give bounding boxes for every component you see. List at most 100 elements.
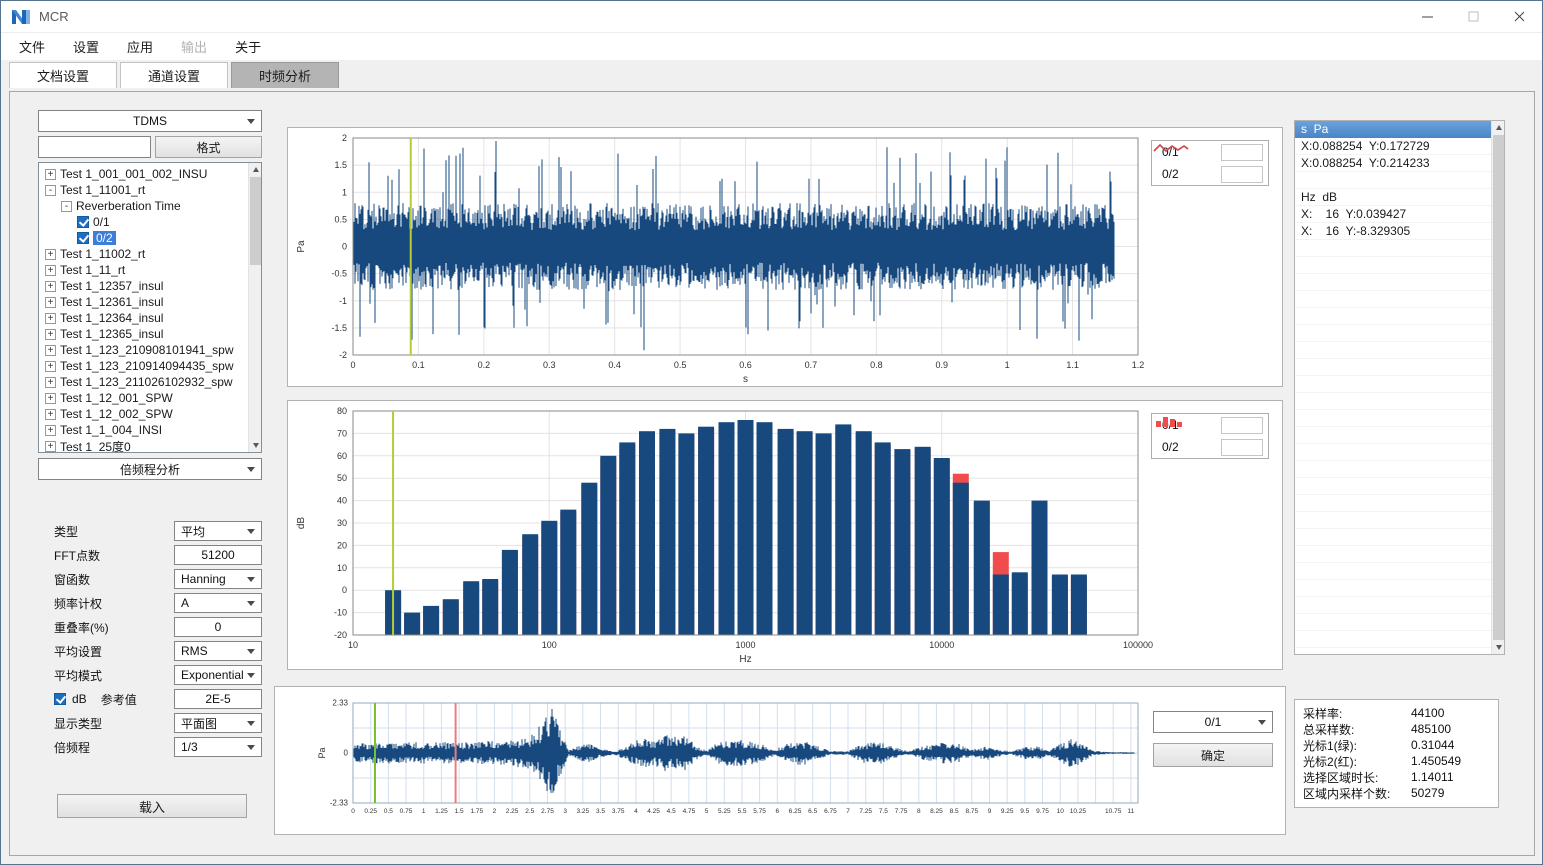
readout-row[interactable]: [1295, 359, 1504, 376]
readout-row[interactable]: [1295, 461, 1504, 478]
readout-row[interactable]: [1295, 614, 1504, 631]
menu-settings[interactable]: 设置: [59, 33, 113, 60]
tree-item[interactable]: 0/1: [39, 214, 261, 230]
readout-row[interactable]: [1295, 274, 1504, 291]
tree-item[interactable]: +Test 1_12_001_SPW: [39, 390, 261, 406]
expand-icon[interactable]: +: [45, 297, 56, 308]
collapse-icon[interactable]: -: [61, 201, 72, 212]
readout-row[interactable]: [1295, 410, 1504, 427]
readout-row[interactable]: [1295, 291, 1504, 308]
readout-row[interactable]: [1295, 427, 1504, 444]
format-button[interactable]: 格式: [155, 136, 262, 158]
maximize-button[interactable]: [1450, 1, 1496, 33]
menu-file[interactable]: 文件: [5, 33, 59, 60]
db-checkbox[interactable]: [54, 693, 66, 705]
expand-icon[interactable]: +: [45, 329, 56, 340]
readout-row[interactable]: [1295, 325, 1504, 342]
tree-item[interactable]: +Test 1_12365_insul: [39, 326, 261, 342]
scrollbar-thumb[interactable]: [250, 177, 261, 265]
fft-points-input[interactable]: [174, 545, 262, 565]
octave-spectrum-chart[interactable]: 1010010001000010000080706050403020100-10…: [287, 400, 1283, 670]
octave-select[interactable]: 1/3: [174, 737, 262, 757]
readout-row[interactable]: [1295, 444, 1504, 461]
tree-item[interactable]: +Test 1_1_004_INSI: [39, 422, 261, 438]
tab-time-frequency-analysis[interactable]: 时频分析: [231, 62, 339, 88]
expand-icon[interactable]: +: [45, 281, 56, 292]
menu-apply[interactable]: 应用: [113, 33, 167, 60]
time-waveform-plot[interactable]: 00.10.20.30.40.50.60.70.80.911.11.221.51…: [288, 128, 1284, 388]
frequency-weighting-select[interactable]: A: [174, 593, 262, 613]
window-function-select[interactable]: Hanning: [174, 569, 262, 589]
confirm-button[interactable]: 确定: [1153, 743, 1273, 767]
display-type-select[interactable]: 平面图: [174, 713, 262, 733]
readout-row[interactable]: [1295, 478, 1504, 495]
readout-row[interactable]: [1295, 580, 1504, 597]
channel-select[interactable]: 0/1: [1153, 711, 1273, 733]
legend2-item-0-2[interactable]: 0/2: [1152, 436, 1268, 458]
readout-row[interactable]: X: 16 Y:-8.329305: [1295, 223, 1504, 240]
file-format-select[interactable]: TDMS: [38, 110, 262, 132]
scroll-down-icon[interactable]: [249, 439, 262, 452]
tree-item[interactable]: +Test 1_12361_insul: [39, 294, 261, 310]
readout-row[interactable]: [1295, 257, 1504, 274]
tree-item[interactable]: +Test 1_25度0: [39, 438, 261, 453]
readout-row[interactable]: Hz dB: [1295, 189, 1504, 206]
tree-item[interactable]: +Test 1_11002_rt: [39, 246, 261, 262]
tab-channel-settings[interactable]: 通道设置: [120, 62, 228, 88]
scroll-down-icon[interactable]: [1492, 641, 1505, 654]
expand-icon[interactable]: +: [45, 393, 56, 404]
tree-item[interactable]: +Test 1_001_001_002_INSU: [39, 166, 261, 182]
tree-item[interactable]: -Reverberation Time: [39, 198, 261, 214]
legend1-item-0-2[interactable]: 0/2: [1152, 163, 1268, 185]
readout-row[interactable]: [1295, 529, 1504, 546]
channel-checkbox[interactable]: [77, 232, 89, 244]
readout-row[interactable]: [1295, 172, 1504, 189]
readout-row[interactable]: [1295, 240, 1504, 257]
tree-item[interactable]: 0/2: [39, 230, 261, 246]
tree-item[interactable]: +Test 1_123_211026102932_spw: [39, 374, 261, 390]
load-button[interactable]: 载入: [57, 794, 247, 818]
overlap-input[interactable]: [174, 617, 262, 637]
expand-icon[interactable]: +: [45, 409, 56, 420]
average-mode-select[interactable]: Exponential: [174, 665, 262, 685]
channel-checkbox[interactable]: [77, 216, 89, 228]
readout-row[interactable]: [1295, 495, 1504, 512]
readout-row[interactable]: [1295, 563, 1504, 580]
expand-icon[interactable]: +: [45, 377, 56, 388]
average-setting-select[interactable]: RMS: [174, 641, 262, 661]
expand-icon[interactable]: +: [45, 265, 56, 276]
readout-header[interactable]: s Pa: [1295, 121, 1504, 138]
tree-item[interactable]: +Test 1_12357_insul: [39, 278, 261, 294]
time-waveform-chart[interactable]: 00.10.20.30.40.50.60.70.80.911.11.221.51…: [287, 127, 1283, 387]
readout-row[interactable]: [1295, 546, 1504, 563]
tree-item[interactable]: +Test 1_11_rt: [39, 262, 261, 278]
readout-scrollbar[interactable]: [1491, 121, 1504, 654]
tree-item[interactable]: +Test 1_123_210908101941_spw: [39, 342, 261, 358]
type-select[interactable]: 平均: [174, 521, 262, 541]
readout-row[interactable]: [1295, 512, 1504, 529]
readout-row[interactable]: [1295, 393, 1504, 410]
readout-row[interactable]: X: 16 Y:0.039427: [1295, 206, 1504, 223]
expand-icon[interactable]: +: [45, 169, 56, 180]
scrollbar-thumb[interactable]: [1493, 135, 1504, 640]
scroll-up-icon[interactable]: [249, 163, 262, 176]
readout-row[interactable]: [1295, 597, 1504, 614]
minimize-button[interactable]: [1404, 1, 1450, 33]
expand-icon[interactable]: +: [45, 313, 56, 324]
expand-icon[interactable]: +: [45, 425, 56, 436]
readout-row[interactable]: X:0.088254 Y:0.172729: [1295, 138, 1504, 155]
tree-item[interactable]: +Test 1_12_002_SPW: [39, 406, 261, 422]
reference-value-input[interactable]: [174, 689, 262, 709]
expand-icon[interactable]: +: [45, 361, 56, 372]
readout-row[interactable]: [1295, 631, 1504, 648]
expand-icon[interactable]: +: [45, 441, 56, 452]
expand-icon[interactable]: +: [45, 345, 56, 356]
tree-item[interactable]: -Test 1_11001_rt: [39, 182, 261, 198]
readout-row[interactable]: [1295, 342, 1504, 359]
scroll-up-icon[interactable]: [1492, 121, 1505, 134]
filter-input[interactable]: [38, 136, 151, 158]
readout-row[interactable]: [1295, 308, 1504, 325]
close-button[interactable]: [1496, 1, 1542, 33]
tree-item[interactable]: +Test 1_12364_insul: [39, 310, 261, 326]
analysis-type-select[interactable]: 倍频程分析: [38, 458, 262, 480]
